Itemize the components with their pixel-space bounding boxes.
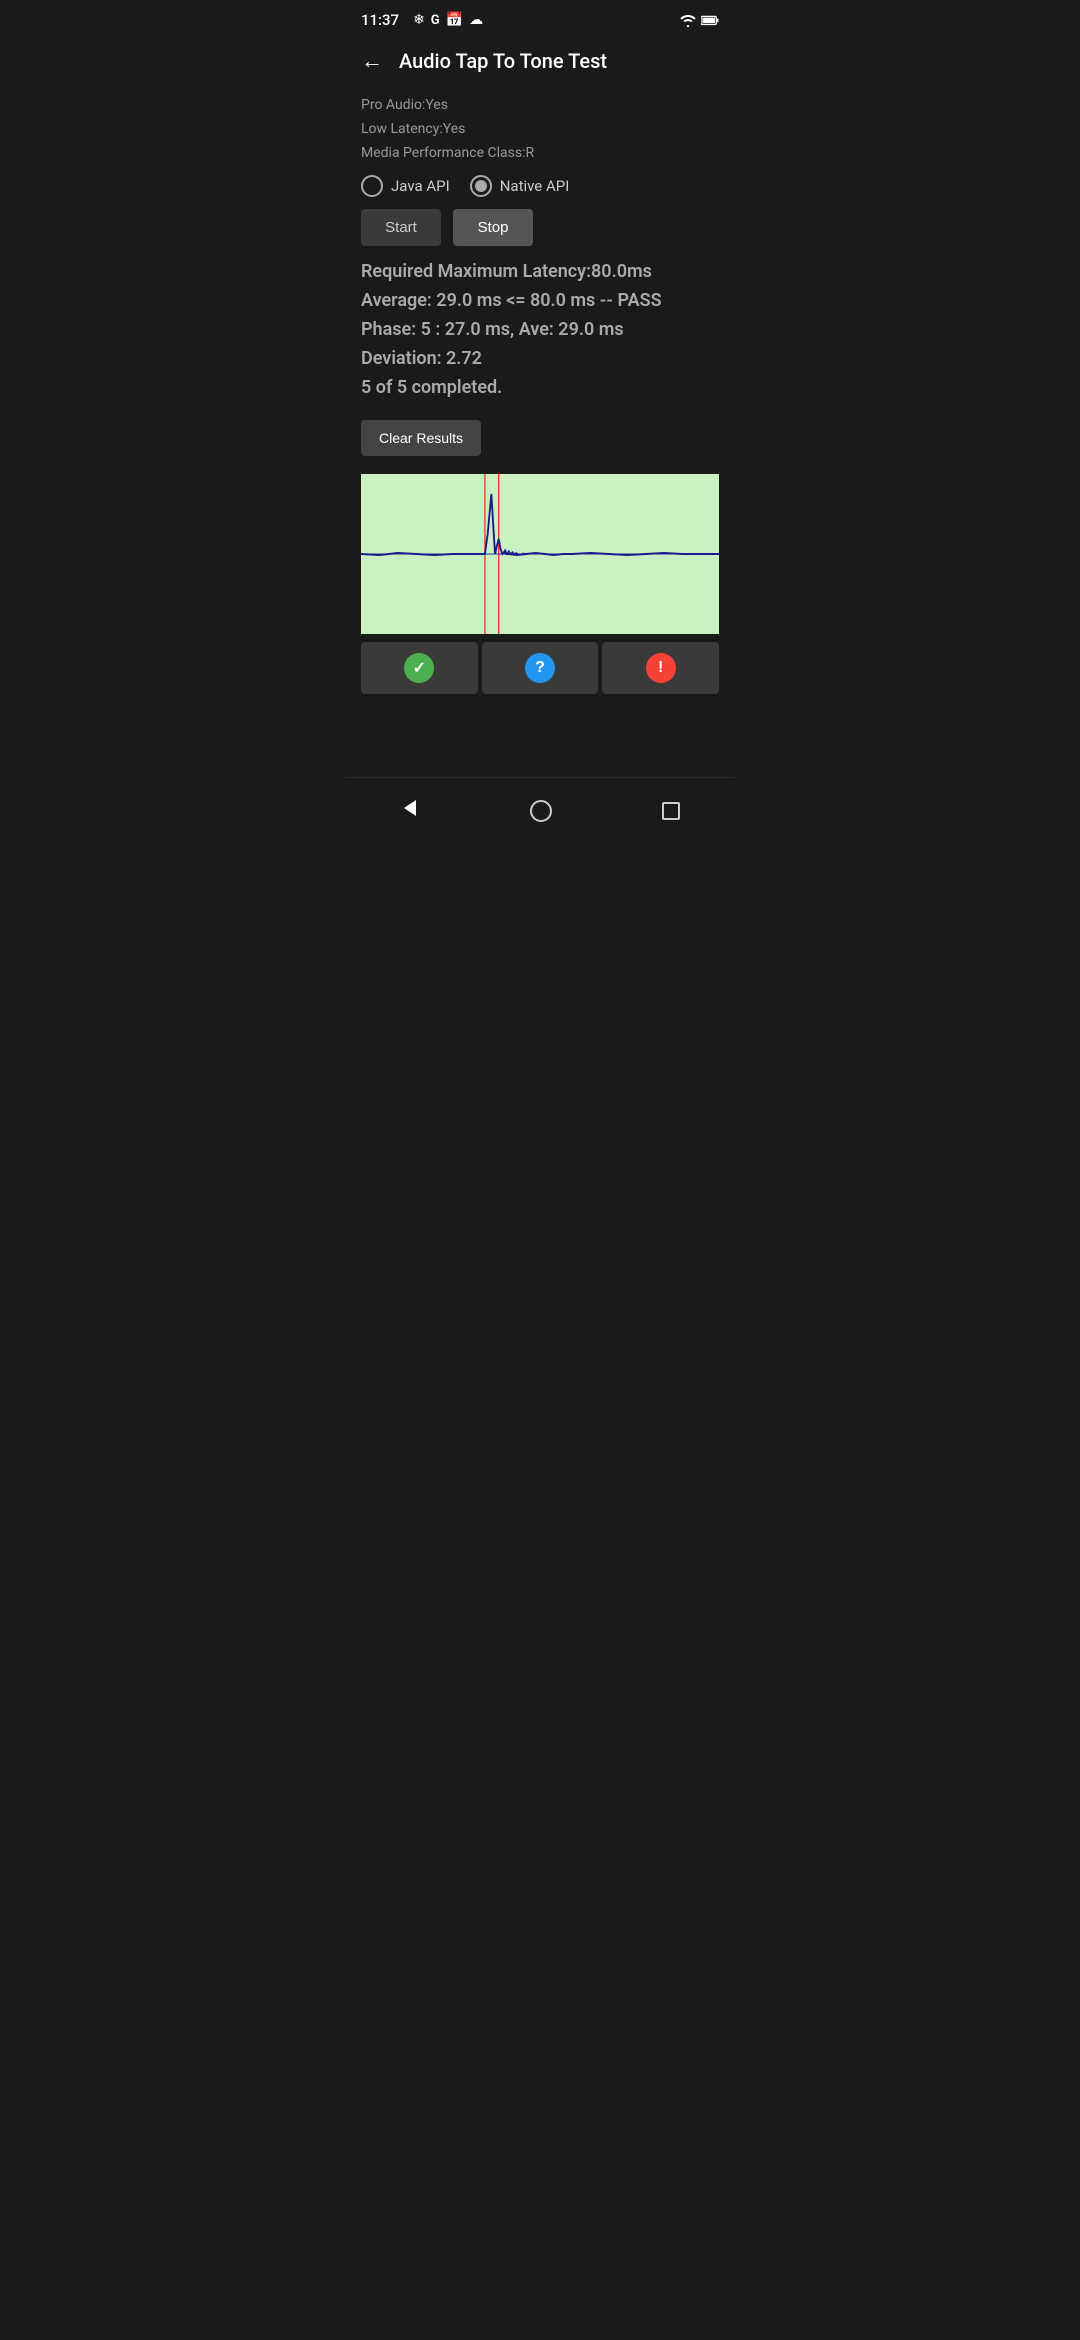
pro-audio-label: Pro Audio:Yes	[361, 94, 719, 118]
nav-home-button[interactable]	[506, 792, 576, 830]
clear-results-button[interactable]: Clear Results	[361, 420, 481, 456]
status-buttons-row: ✓ ? !	[361, 642, 719, 694]
status-bar: 11:37 ❄ G 📅 ☁	[345, 0, 735, 36]
back-button[interactable]: ←	[361, 48, 383, 74]
navigation-bar	[345, 777, 735, 844]
nav-home-icon	[530, 800, 552, 822]
media-performance-label: Media Performance Class:R	[361, 142, 719, 166]
battery-icon	[701, 13, 719, 27]
start-button[interactable]: Start	[361, 209, 441, 246]
java-api-label: Java API	[391, 177, 450, 195]
native-api-option[interactable]: Native API	[470, 175, 570, 197]
status-time: 11:37	[361, 11, 399, 29]
result-line-3: Phase: 5 : 27.0 ms, Ave: 29.0 ms	[361, 316, 719, 345]
google-icon: G	[431, 13, 440, 28]
question-status-button[interactable]: ?	[482, 642, 599, 694]
warning-status-button[interactable]: !	[602, 642, 719, 694]
question-icon: ?	[525, 653, 555, 683]
java-api-radio[interactable]	[361, 175, 383, 197]
native-api-radio[interactable]	[470, 175, 492, 197]
waveform-svg	[361, 474, 719, 634]
status-icons-left: ❄ G 📅 ☁	[413, 12, 483, 28]
nav-recents-icon	[662, 802, 680, 820]
content-area: Pro Audio:Yes Low Latency:Yes Media Perf…	[345, 86, 735, 777]
native-api-radio-inner	[475, 180, 487, 192]
result-line-1: Required Maximum Latency:80.0ms	[361, 258, 719, 287]
waveform-display	[361, 474, 719, 634]
device-info: Pro Audio:Yes Low Latency:Yes Media Perf…	[361, 94, 719, 165]
result-line-4: Deviation: 2.72	[361, 345, 719, 374]
nav-back-button[interactable]	[376, 790, 444, 832]
calendar-icon: 📅	[446, 12, 463, 28]
stop-button[interactable]: Stop	[453, 209, 533, 246]
warning-icon: !	[646, 653, 676, 683]
results-section: Required Maximum Latency:80.0ms Average:…	[361, 258, 719, 402]
header: ← Audio Tap To Tone Test	[345, 36, 735, 86]
native-api-label: Native API	[500, 177, 570, 195]
low-latency-label: Low Latency:Yes	[361, 118, 719, 142]
fan-icon: ❄	[413, 12, 425, 28]
wifi-icon	[679, 13, 697, 27]
page-title: Audio Tap To Tone Test	[399, 49, 607, 73]
nav-back-icon	[400, 798, 420, 818]
control-buttons: Start Stop	[361, 209, 719, 246]
pass-status-button[interactable]: ✓	[361, 642, 478, 694]
status-icons-right	[679, 13, 719, 27]
cloud-icon: ☁	[469, 12, 483, 28]
pass-icon: ✓	[404, 653, 434, 683]
result-line-2: Average: 29.0 ms <= 80.0 ms -- PASS	[361, 287, 719, 316]
nav-recents-button[interactable]	[638, 794, 704, 828]
result-line-5: 5 of 5 completed.	[361, 374, 719, 403]
java-api-option[interactable]: Java API	[361, 175, 450, 197]
api-selector: Java API Native API	[361, 175, 719, 197]
